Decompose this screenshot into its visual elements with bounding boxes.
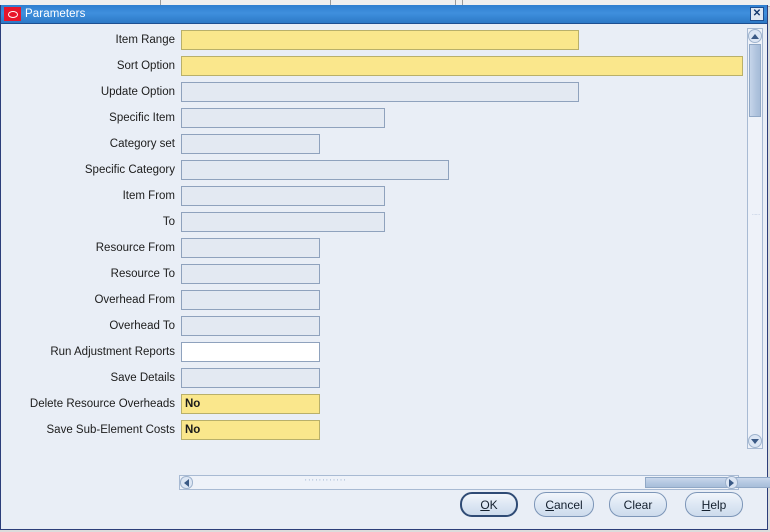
help-button[interactable]: Help (685, 492, 743, 517)
parameters-dialog: Parameters ✕ Item Range Sort Option Update… (0, 5, 770, 530)
scroll-right-arrow-icon[interactable] (725, 476, 738, 489)
field-input[interactable] (181, 316, 320, 336)
form-row: Save Sub-Element Costs No (3, 420, 747, 440)
field-input[interactable] (181, 264, 320, 284)
field-input[interactable] (181, 368, 320, 388)
dialog-titlebar: Parameters ✕ (1, 5, 767, 24)
field-input[interactable] (181, 82, 579, 102)
form-row: Run Adjustment Reports (3, 342, 747, 362)
ok-button[interactable]: OK (460, 492, 518, 517)
field-label: Run Adjustment Reports (50, 346, 175, 358)
field-input[interactable] (181, 134, 320, 154)
horizontal-scroll-track-texture: '''''''''''' (305, 478, 348, 487)
vertical-scrollbar-thumb[interactable] (749, 44, 761, 117)
field-label: Specific Item (109, 112, 175, 124)
field-label: Save Sub-Element Costs (46, 424, 175, 436)
form-row: Overhead From (3, 290, 747, 310)
form-row: Sort Option (3, 56, 747, 76)
clear-button[interactable]: Clear (609, 492, 667, 517)
scroll-up-arrow-icon[interactable] (748, 29, 762, 43)
cancel-button[interactable]: Cancel (534, 492, 594, 517)
form-row: Item Range (3, 30, 747, 50)
field-input[interactable]: No (181, 394, 320, 414)
form-row: Resource To (3, 264, 747, 284)
ok-button-label: OK (480, 497, 498, 512)
field-input[interactable] (181, 342, 320, 362)
field-input[interactable] (181, 212, 385, 232)
dialog-body: Item Range Sort Option Update Option Specif… (1, 24, 770, 528)
horizontal-scrollbar[interactable]: '''''''''''' (179, 475, 770, 490)
field-input[interactable] (181, 30, 579, 50)
dialog-title: Parameters (25, 8, 86, 20)
form-row: Specific Item (3, 108, 747, 128)
field-input[interactable] (181, 186, 385, 206)
field-label: Delete Resource Overheads (29, 398, 175, 410)
field-input[interactable] (181, 290, 320, 310)
form-row: Update Option (3, 82, 747, 102)
field-label: Overhead To (109, 320, 175, 332)
field-label: Item From (122, 190, 175, 202)
form-row: Resource From (3, 238, 747, 258)
clear-button-label: Clear (623, 497, 653, 512)
oracle-logo-icon (4, 7, 21, 21)
field-label: Specific Category (84, 164, 175, 176)
form-row: Specific Category (3, 160, 747, 180)
help-button-label: Help (701, 497, 727, 512)
field-input[interactable] (181, 56, 743, 76)
form-row: To (3, 212, 747, 232)
field-input[interactable] (181, 160, 449, 180)
field-label: Resource From (95, 242, 175, 254)
field-label: Save Details (110, 372, 175, 384)
cancel-button-label: Cancel (545, 497, 583, 512)
scroll-down-arrow-icon[interactable] (748, 434, 762, 448)
horizontal-scrollbar-thumb[interactable] (645, 477, 770, 488)
field-input[interactable]: No (181, 420, 320, 440)
field-input[interactable] (181, 108, 385, 128)
form-row: Save Details (3, 368, 747, 388)
field-label: Overhead From (94, 294, 175, 306)
scroll-left-arrow-icon[interactable] (180, 476, 193, 489)
field-label: Update Option (100, 86, 175, 98)
form-row: Item From (3, 186, 747, 206)
vertical-scrollbar[interactable]: ''''''''' (747, 28, 763, 449)
field-input[interactable] (181, 238, 320, 258)
parameters-form: Item Range Sort Option Update Option Specif… (3, 26, 747, 451)
close-icon[interactable]: ✕ (750, 7, 764, 21)
field-label: To (162, 216, 175, 228)
field-label: Resource To (110, 268, 175, 280)
field-label: Sort Option (116, 60, 175, 72)
form-row: Delete Resource Overheads No (3, 394, 747, 414)
form-row: Category set (3, 134, 747, 154)
vertical-scroll-track-texture: ''''''''' (752, 214, 760, 220)
screen: Parameters ✕ Item Range Sort Option Update… (0, 0, 770, 532)
dialog-button-bar: OK Cancel Clear Help (1, 492, 767, 522)
field-label: Category set (109, 138, 175, 150)
form-row: Overhead To (3, 316, 747, 336)
field-label: Item Range (115, 34, 175, 46)
